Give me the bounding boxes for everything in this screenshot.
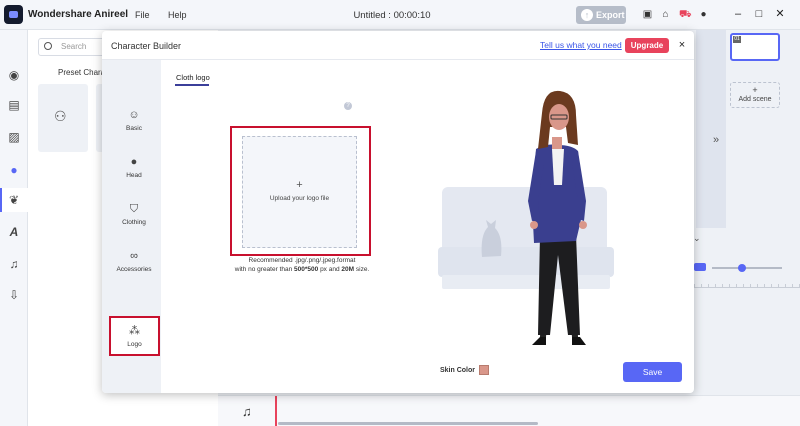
app-logo-icon (4, 5, 23, 24)
dialog-title: Character Builder (111, 41, 182, 51)
music-track-icon: ♫ (242, 404, 252, 419)
skin-color-swatch[interactable] (479, 365, 489, 375)
size-rec-prefix: with no greater than (234, 266, 295, 273)
window-close-icon[interactable]: ✕ (773, 7, 787, 21)
size-rec-suffix: size. (354, 266, 370, 273)
category-accessories[interactable]: ∞ Accessories (110, 249, 158, 273)
export-arrow-icon: ↑ (581, 9, 593, 21)
size-rec-dimensions: 500*500 (294, 266, 319, 273)
chevron-down-icon[interactable]: ⌄ (693, 233, 701, 244)
title-bar: Wondershare Anireel File Help Untitled :… (0, 0, 800, 30)
export-label: Export (596, 10, 625, 20)
category-basic-label: Basic (126, 125, 142, 132)
cart-icon[interactable]: ⛟ (679, 9, 692, 20)
zoom-fit-button[interactable] (694, 263, 706, 271)
add-scene-plus: + (752, 85, 758, 95)
chevron-right-icon[interactable]: » (713, 134, 719, 146)
menu-help[interactable]: Help (168, 10, 187, 20)
upgrade-button[interactable]: Upgrade (625, 38, 669, 53)
project-title: Untitled : 00:00:10 (353, 10, 431, 21)
right-hand (579, 221, 587, 229)
playhead[interactable] (275, 396, 277, 426)
shirt (552, 149, 564, 185)
export-button[interactable]: ↑ Export (576, 6, 626, 24)
left-rail: ◉ ▤ ▨ ● ❦ A ♫ ⇩ (0, 30, 28, 426)
size-recommendation: with no greater than 500*500 px and 20M … (212, 265, 392, 274)
skin-color-label: Skin Color (440, 367, 476, 374)
character-builder-dialog: Character Builder Tell us what you need … (102, 31, 694, 393)
timeline-scrollbar[interactable] (278, 422, 538, 425)
upload-plus-icon: + (296, 179, 303, 191)
format-recommendation: Recommended .jpg/.png/.jpeg.format (248, 257, 356, 264)
category-logo[interactable]: ⁂ Logo (109, 316, 160, 356)
right-shoe (572, 337, 586, 345)
glasses-icon: ∞ (130, 250, 138, 262)
minimize-icon[interactable]: – (731, 7, 745, 21)
upload-label: Upload your logo file (269, 195, 330, 202)
home-icon[interactable]: ⌂ (660, 9, 671, 20)
category-basic[interactable]: ☺ Basic (110, 108, 158, 132)
menu-file[interactable]: File (135, 10, 150, 20)
category-logo-label: Logo (127, 341, 142, 348)
scene-number: 01 (733, 36, 741, 43)
help-icon[interactable]: ? (344, 102, 352, 110)
logo-icon: ⁂ (129, 325, 140, 337)
character-nav-icon[interactable]: ● (7, 163, 21, 177)
clothing-icon: ⛉ (129, 203, 139, 215)
character-preview (438, 90, 614, 345)
left-shoe (532, 337, 546, 345)
scenes-nav-icon[interactable]: ◉ (7, 68, 21, 82)
add-character-card[interactable]: ⚇ (38, 84, 88, 152)
tab-cloth-logo[interactable]: Cloth logo (176, 73, 210, 82)
timeline-ruler (694, 278, 800, 288)
category-head-label: Head (126, 172, 142, 179)
text-nav-icon[interactable]: A (7, 225, 21, 239)
music-nav-icon[interactable]: ♫ (7, 257, 21, 271)
upload-logo-dropzone[interactable]: + Upload your logo file (242, 136, 357, 248)
add-scene-button[interactable]: + Add scene (730, 82, 780, 108)
save-disk-icon[interactable]: ▣ (642, 9, 653, 20)
sofa-seat (438, 247, 614, 277)
zoom-slider-track[interactable] (712, 267, 782, 269)
size-rec-filesize: 20M (341, 266, 355, 273)
zoom-slider-handle[interactable] (738, 264, 746, 272)
app-title: Wondershare Anireel (28, 9, 129, 20)
save-button[interactable]: Save (623, 362, 682, 382)
feedback-link[interactable]: Tell us what you need (540, 40, 622, 50)
header-divider (102, 59, 694, 60)
timeline: ♫ (218, 395, 800, 426)
background-nav-icon[interactable]: ▨ (7, 130, 21, 144)
person-icon: ☺ (128, 109, 140, 121)
left-hand (530, 221, 538, 229)
add-scene-label: Add scene (738, 96, 772, 103)
category-accessories-label: Accessories (116, 266, 152, 273)
neck (552, 137, 562, 149)
face (549, 104, 569, 130)
category-clothing-label: Clothing (122, 219, 146, 226)
size-rec-middle: px and (318, 266, 342, 273)
account-icon[interactable]: ● (698, 9, 709, 20)
import-nav-icon[interactable]: ⇩ (7, 288, 21, 302)
props-nav-icon[interactable]: ❦ (7, 193, 21, 207)
category-clothing[interactable]: ⛉ Clothing (110, 202, 158, 226)
media-nav-icon[interactable]: ▤ (7, 98, 21, 112)
sofa-base (442, 275, 610, 289)
add-person-icon: ⚇ (54, 108, 67, 124)
category-sidebar: ☺ Basic ● Head ⛉ Clothing ∞ Accessories … (102, 60, 161, 393)
head-icon: ● (130, 156, 138, 168)
category-head[interactable]: ● Head (110, 155, 158, 179)
scene-thumbnail[interactable]: 01 (730, 33, 780, 61)
close-icon[interactable]: × (676, 39, 688, 51)
tab-active-underline (175, 84, 209, 86)
maximize-icon[interactable]: □ (752, 7, 766, 21)
canvas-preview (696, 30, 726, 228)
